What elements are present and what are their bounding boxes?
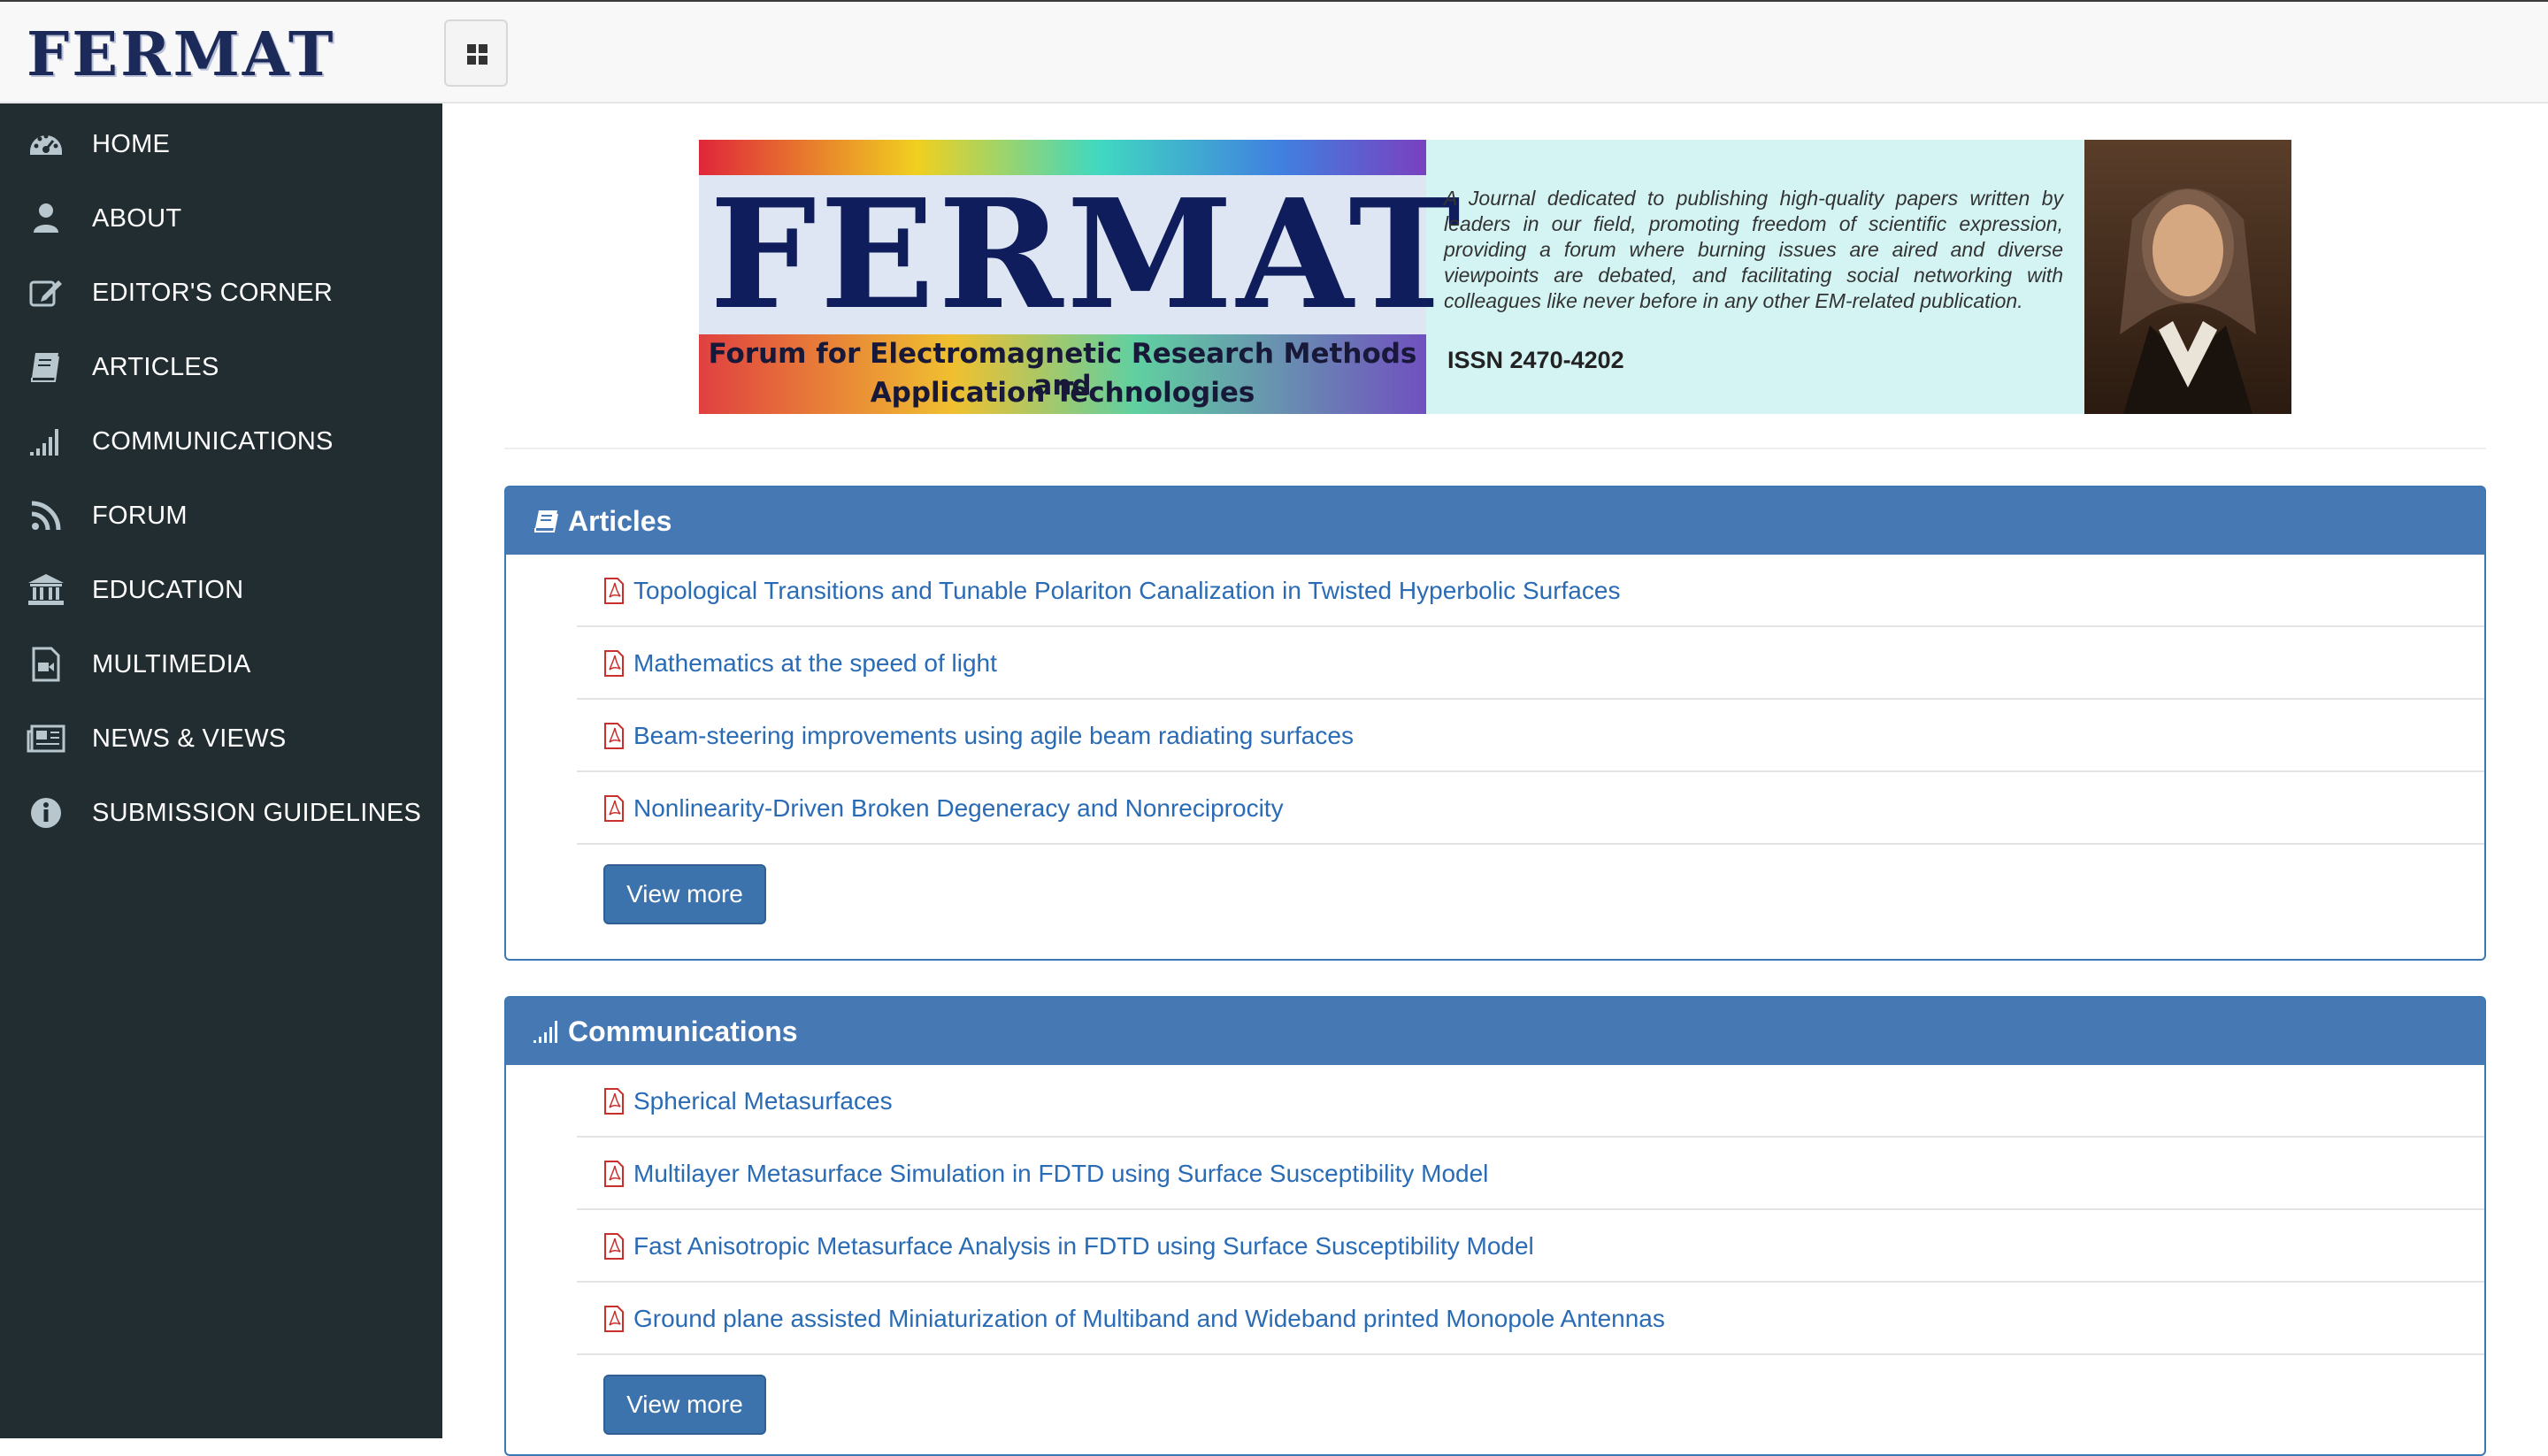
banner-issn: ISSN 2470-4202 <box>1447 347 1624 373</box>
sidebar-item-articles[interactable]: ARTICLES <box>0 330 442 404</box>
video-file-icon <box>32 647 60 682</box>
sidebar-item-submission-guidelines[interactable]: SUBMISSION GUIDELINES <box>0 776 442 850</box>
signal-icon <box>533 1021 557 1043</box>
articles-panel: Articles Topological Transitions and Tun… <box>504 486 2486 961</box>
article-link[interactable]: Topological Transitions and Tunable Pola… <box>633 555 1620 627</box>
sidebar-item-label: MULTIMEDIA <box>92 650 251 678</box>
banner-description: A Journal dedicated to publishing high-q… <box>1444 187 2063 312</box>
pdf-file-icon <box>604 795 624 822</box>
communications-view-more-button[interactable]: View more <box>603 1375 766 1435</box>
sidebar-item-about[interactable]: ABOUT <box>0 181 442 256</box>
communication-link[interactable]: Fast Anisotropic Metasurface Analysis in… <box>633 1210 1534 1283</box>
communication-link[interactable]: Ground plane assisted Miniaturization of… <box>633 1283 1665 1355</box>
sidebar-item-label: ARTICLES <box>92 353 219 381</box>
communication-link[interactable]: Multilayer Metasurface Simulation in FDT… <box>633 1138 1488 1210</box>
sidebar-item-label: SUBMISSION GUIDELINES <box>92 799 422 827</box>
pdf-file-icon <box>604 1161 624 1187</box>
pdf-file-icon <box>604 578 624 604</box>
top-navbar: FERMAT <box>0 0 2548 103</box>
sidebar-item-label: FORUM <box>92 502 188 530</box>
pdf-file-icon <box>604 1088 624 1115</box>
user-icon <box>34 203 58 233</box>
sidebar-toggle-button[interactable] <box>444 19 508 87</box>
book-icon <box>534 510 558 533</box>
article-link[interactable]: Nonlinearity-Driven Broken Degeneracy an… <box>633 772 1284 845</box>
list-item: Nonlinearity-Driven Broken Degeneracy an… <box>577 772 2484 845</box>
sidebar-item-label: EDUCATION <box>92 576 244 604</box>
sidebar-item-label: HOME <box>92 130 171 158</box>
divider <box>504 448 2486 449</box>
communications-panel: Communications Spherical Metasurfaces Mu… <box>504 996 2486 1456</box>
pdf-file-icon <box>604 1306 624 1332</box>
grid-icon <box>467 44 487 65</box>
banner-title: FERMAT <box>710 166 1464 343</box>
sidebar-item-forum[interactable]: FORUM <box>0 479 442 553</box>
pdf-file-icon <box>604 650 624 677</box>
book-icon <box>31 353 59 382</box>
sidebar-item-editors-corner[interactable]: EDITOR'S CORNER <box>0 256 442 330</box>
pdf-file-icon <box>604 1233 624 1260</box>
journal-banner: FERMAT Forum for Electromagnetic Researc… <box>699 140 2291 414</box>
feed-icon <box>31 501 61 531</box>
article-link[interactable]: Beam-steering improvements using agile b… <box>633 700 1354 772</box>
list-item: Spherical Metasurfaces <box>577 1065 2484 1138</box>
articles-panel-title: Articles <box>568 505 672 537</box>
communication-link[interactable]: Spherical Metasurfaces <box>633 1065 893 1138</box>
list-item: Ground plane assisted Miniaturization of… <box>577 1283 2484 1355</box>
list-item: Fast Anisotropic Metasurface Analysis in… <box>577 1210 2484 1283</box>
newspaper-icon <box>27 724 65 753</box>
pdf-file-icon <box>604 723 624 749</box>
sidebar-item-label: EDITOR'S CORNER <box>92 279 334 307</box>
signal-icon <box>30 429 58 456</box>
sidebar-item-multimedia[interactable]: MULTIMEDIA <box>0 627 442 701</box>
list-item: Multilayer Metasurface Simulation in FDT… <box>577 1138 2484 1210</box>
info-icon <box>31 798 61 828</box>
sidebar-item-label: NEWS & VIEWS <box>92 724 287 753</box>
sidebar-item-label: COMMUNICATIONS <box>92 427 334 456</box>
sidebar-item-education[interactable]: EDUCATION <box>0 553 442 627</box>
sidebar-item-communications[interactable]: COMMUNICATIONS <box>0 404 442 479</box>
list-item: Beam-steering improvements using agile b… <box>577 700 2484 772</box>
communications-panel-header: Communications <box>506 998 2484 1065</box>
site-logo[interactable]: FERMAT <box>27 21 334 88</box>
sidebar-item-label: ABOUT <box>92 204 182 233</box>
sidebar: HOME ABOUT EDITOR'S CORNER ARTICLES COMM… <box>0 103 442 1438</box>
dashboard-icon <box>30 134 62 155</box>
article-link[interactable]: Mathematics at the speed of light <box>633 627 997 700</box>
list-item: Mathematics at the speed of light <box>577 627 2484 700</box>
sidebar-item-news-views[interactable]: NEWS & VIEWS <box>0 701 442 776</box>
articles-panel-header: Articles <box>506 487 2484 555</box>
list-item: Topological Transitions and Tunable Pola… <box>577 555 2484 627</box>
sidebar-item-home[interactable]: HOME <box>0 107 442 181</box>
articles-view-more-button[interactable]: View more <box>603 864 766 924</box>
communications-panel-title: Communications <box>568 1015 798 1047</box>
banner-subtitle-line2: Application Technologies <box>870 377 1255 409</box>
institution-icon <box>28 574 64 605</box>
edit-icon <box>29 280 62 307</box>
